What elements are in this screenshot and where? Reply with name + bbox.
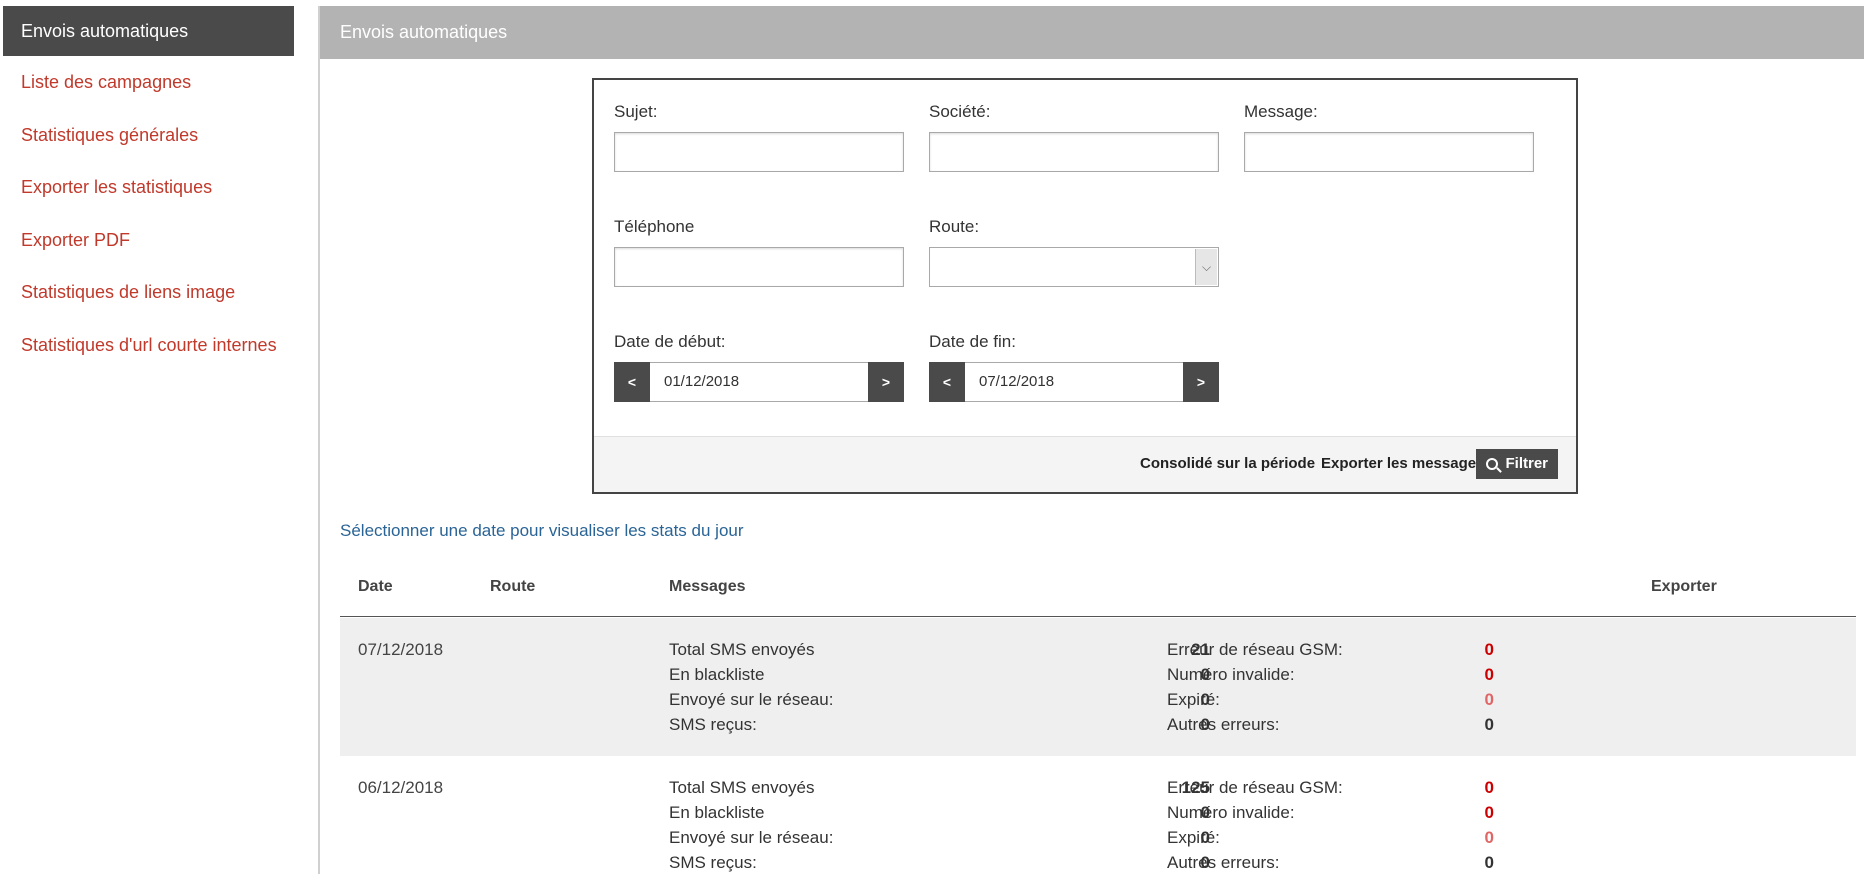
stat-value-expired: 0 — [1484, 828, 1494, 847]
stat-label-expired: Expiré: — [1167, 828, 1220, 847]
start-date-next-button[interactable]: > — [868, 362, 904, 402]
stat-label-received: SMS reçus: — [669, 715, 757, 734]
filter-footer: Consolidé sur la période Exporter les me… — [594, 436, 1576, 492]
search-icon — [1486, 458, 1499, 470]
sidebar-item-statistiques-generales[interactable]: Statistiques générales — [21, 123, 277, 176]
start-date-input[interactable]: 01/12/2018 — [650, 362, 868, 402]
stat-label-invalid: Numéro invalide: — [1167, 665, 1295, 684]
stat-label-other: Autres erreurs: — [1167, 715, 1280, 734]
stat-value-invalid: 0 — [1484, 665, 1494, 684]
row-date[interactable]: 06/12/2018 — [358, 778, 443, 798]
stat-label-total: Total SMS envoyés — [669, 640, 815, 659]
end-date-input[interactable]: 07/12/2018 — [965, 362, 1183, 402]
chevron-down-icon[interactable]: ⌵ — [1195, 249, 1217, 285]
stat-label-blacklist: En blackliste — [669, 665, 765, 684]
end-date-label: Date de fin: — [929, 332, 1016, 351]
stat-label-received: SMS reçus: — [669, 853, 757, 872]
stat-value-gsm: 0 — [1484, 640, 1494, 659]
row-date[interactable]: 07/12/2018 — [358, 640, 443, 660]
subject-label: Sujet: — [614, 102, 658, 121]
sidebar: Envois automatiques Liste des campagnes … — [0, 0, 300, 874]
stat-label-gsm: Erreur de réseau GSM: — [1167, 640, 1343, 659]
select-date-hint: Sélectionner une date pour visualiser le… — [340, 521, 744, 540]
filter-form: Sujet: Société: Message: Téléphone Route… — [592, 78, 1578, 494]
start-date-picker: < 01/12/2018 > — [614, 362, 904, 402]
stat-label-other: Autres erreurs: — [1167, 853, 1280, 872]
page-title: Envois automatiques — [320, 6, 1864, 59]
phone-input[interactable] — [614, 247, 904, 287]
stat-label-invalid: Numéro invalide: — [1167, 803, 1295, 822]
start-date-prev-button[interactable]: < — [614, 362, 650, 402]
route-label: Route: — [929, 217, 980, 236]
stat-value-gsm: 0 — [1484, 778, 1494, 797]
company-input[interactable] — [929, 132, 1219, 172]
stat-label-network: Envoyé sur le réseau: — [669, 828, 834, 847]
stat-label-expired: Expiré: — [1167, 690, 1220, 709]
filter-button[interactable]: Filtrer — [1476, 449, 1558, 479]
consolidate-link[interactable]: Consolidé sur la période — [1140, 455, 1315, 472]
sidebar-item-exporter-statistiques[interactable]: Exporter les statistiques — [21, 175, 277, 228]
stat-value-other: 0 — [1484, 715, 1494, 734]
sidebar-divider — [318, 6, 320, 874]
table-header-divider — [340, 616, 1856, 617]
sidebar-list: Liste des campagnes Statistiques général… — [21, 70, 277, 385]
column-header-export: Exporter — [1651, 578, 1717, 595]
end-date-picker: < 07/12/2018 > — [929, 362, 1219, 402]
table-row[interactable]: 07/12/2018 Total SMS envoyés En blacklis… — [340, 618, 1856, 756]
stat-value-expired: 0 — [1484, 690, 1494, 709]
sidebar-item-liste-campagnes[interactable]: Liste des campagnes — [21, 70, 277, 123]
export-messages-link[interactable]: Exporter les messages — [1321, 455, 1484, 472]
stat-label-network: Envoyé sur le réseau: — [669, 690, 834, 709]
stat-value-invalid: 0 — [1484, 803, 1494, 822]
sidebar-item-statistiques-liens-image[interactable]: Statistiques de liens image — [21, 280, 277, 333]
stat-value-other: 0 — [1484, 853, 1494, 872]
start-date-label: Date de début: — [614, 332, 726, 351]
column-header-route: Route — [490, 578, 536, 595]
sidebar-item-exporter-pdf[interactable]: Exporter PDF — [21, 228, 277, 281]
company-label: Société: — [929, 102, 991, 121]
table-row[interactable]: 06/12/2018 Total SMS envoyés En blacklis… — [340, 756, 1856, 874]
subject-input[interactable] — [614, 132, 904, 172]
sidebar-item-statistiques-url-courte[interactable]: Statistiques d'url courte internes — [21, 333, 277, 386]
stat-label-gsm: Erreur de réseau GSM: — [1167, 778, 1343, 797]
stat-label-total: Total SMS envoyés — [669, 778, 815, 797]
route-select[interactable]: ⌵ — [929, 247, 1219, 287]
stat-label-blacklist: En blackliste — [669, 803, 765, 822]
end-date-prev-button[interactable]: < — [929, 362, 965, 402]
message-input[interactable] — [1244, 132, 1534, 172]
end-date-next-button[interactable]: > — [1183, 362, 1219, 402]
filter-button-label: Filtrer — [1505, 455, 1548, 472]
column-header-date: Date — [358, 578, 393, 595]
column-header-messages: Messages — [669, 578, 746, 595]
sidebar-item-envois-automatiques[interactable]: Envois automatiques — [3, 6, 294, 56]
phone-label: Téléphone — [614, 217, 695, 236]
message-label: Message: — [1244, 102, 1318, 121]
